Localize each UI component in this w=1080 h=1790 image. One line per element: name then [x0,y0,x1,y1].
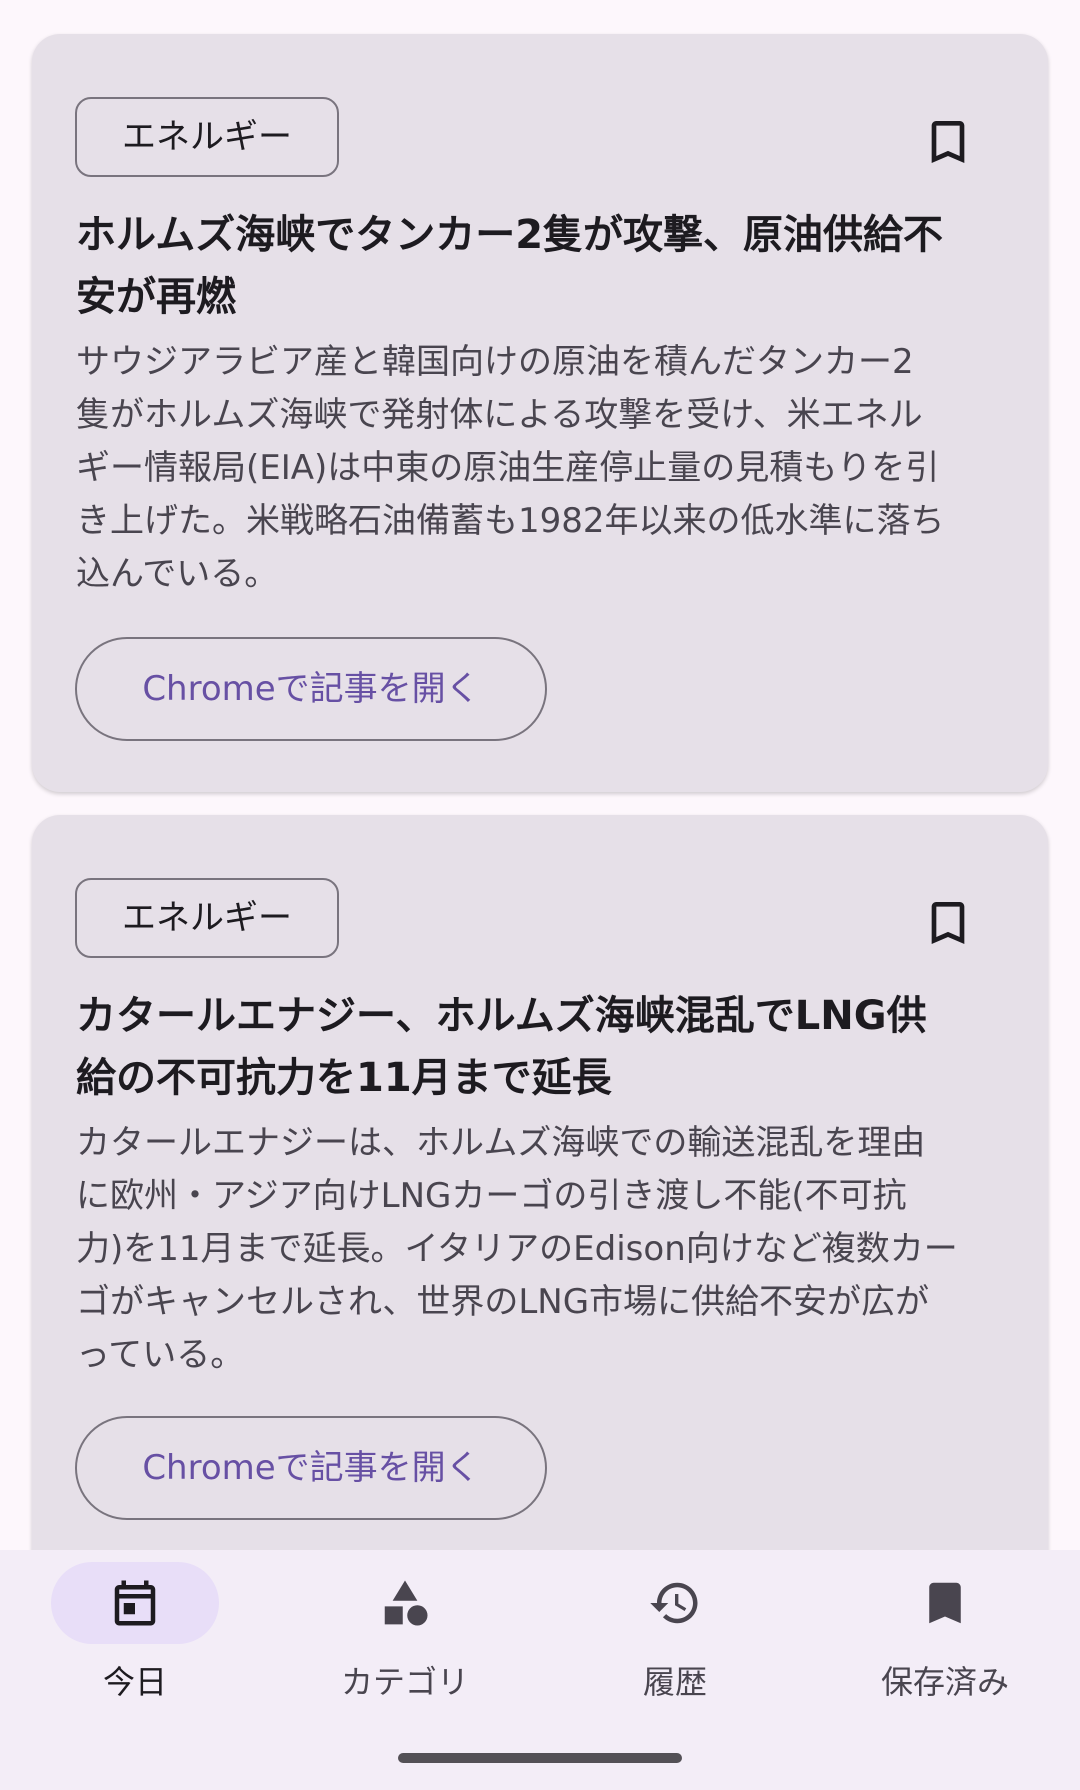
nav-item-categories[interactable]: カテゴリ [270,1550,540,1750]
article-title: カタールエナジー、ホルムズ海峡混乱でLNG供 給の不可抗力を11月まで延長 [76,985,1006,1109]
open-in-chrome-button[interactable]: Chromeで記事を開く [75,637,547,741]
calendar-today-icon [114,1580,156,1626]
nav-label: 今日 [102,1663,167,1701]
summary-line: 隻がホルムズ海峡で発射体による攻撃を受け、米エネル [76,395,923,435]
article-summary: カタールエナジーは、ホルムズ海峡での輸送混乱を理由 に欧州・アジア向けLNGカー… [76,1117,1006,1382]
bookmark-outline-icon[interactable] [920,895,976,951]
summary-line: 力)を11月まで延長。イタリアのEdison向けなど複数カー [76,1229,958,1269]
bottom-navigation-bar: 今日 カテゴリ 履歴 保存済み [0,1550,1080,1790]
summary-line: カタールエナジーは、ホルムズ海峡での輸送混乱を理由 [76,1123,926,1163]
nav-item-today[interactable]: 今日 [0,1550,270,1750]
category-shapes-icon [384,1580,428,1626]
summary-line: ゴがキャンセルされ、世界のLNG市場に供給不安が広が [76,1282,930,1322]
open-in-chrome-button[interactable]: Chromeで記事を開く [75,1416,547,1520]
article-card: エネルギー ホルムズ海峡でタンカー2隻が攻撃、原油供給不 安が再燃 サウジアラビ… [32,34,1048,792]
summary-line: き上げた。米戦略石油備蓄も1982年以来の低水準に落ち [76,501,945,541]
article-card: エネルギー カタールエナジー、ホルムズ海峡混乱でLNG供 給の不可抗力を11月ま… [32,815,1048,1550]
nav-label: カテゴリ [340,1663,469,1701]
category-chip[interactable]: エネルギー [75,97,339,177]
summary-line: ギー情報局(EIA)は中東の原油生産停止量の見積もりを引 [76,448,940,488]
bookmark-outline-icon[interactable] [920,114,976,170]
summary-line: に欧州・アジア向けLNGカーゴの引き渡し不能(不可抗 [76,1176,907,1216]
summary-line: サウジアラビア産と韓国向けの原油を積んだタンカー2 [76,342,914,382]
article-summary: サウジアラビア産と韓国向けの原油を積んだタンカー2 隻がホルムズ海峡で発射体によ… [76,336,1006,601]
category-chip[interactable]: エネルギー [75,878,339,958]
summary-line: っている。 [76,1335,245,1375]
article-title-line: 給の不可抗力を11月まで延長 [76,1055,612,1101]
article-title-line: カタールエナジー、ホルムズ海峡混乱でLNG供 [76,993,927,1039]
bookmark-filled-icon [929,1582,961,1624]
article-title: ホルムズ海峡でタンカー2隻が攻撃、原油供給不 安が再燃 [76,204,1006,328]
summary-line: 込んでいる。 [76,554,279,594]
history-icon [650,1582,698,1624]
article-title-line: ホルムズ海峡でタンカー2隻が攻撃、原油供給不 [76,212,944,258]
nav-item-saved[interactable]: 保存済み [810,1550,1080,1750]
nav-item-history[interactable]: 履歴 [540,1550,810,1750]
article-title-line: 安が再燃 [76,274,236,320]
nav-label: 保存済み [880,1663,1009,1701]
home-indicator[interactable] [398,1753,682,1763]
nav-label: 履歴 [642,1663,707,1701]
article-feed[interactable]: エネルギー ホルムズ海峡でタンカー2隻が攻撃、原油供給不 安が再燃 サウジアラビ… [0,0,1080,1550]
